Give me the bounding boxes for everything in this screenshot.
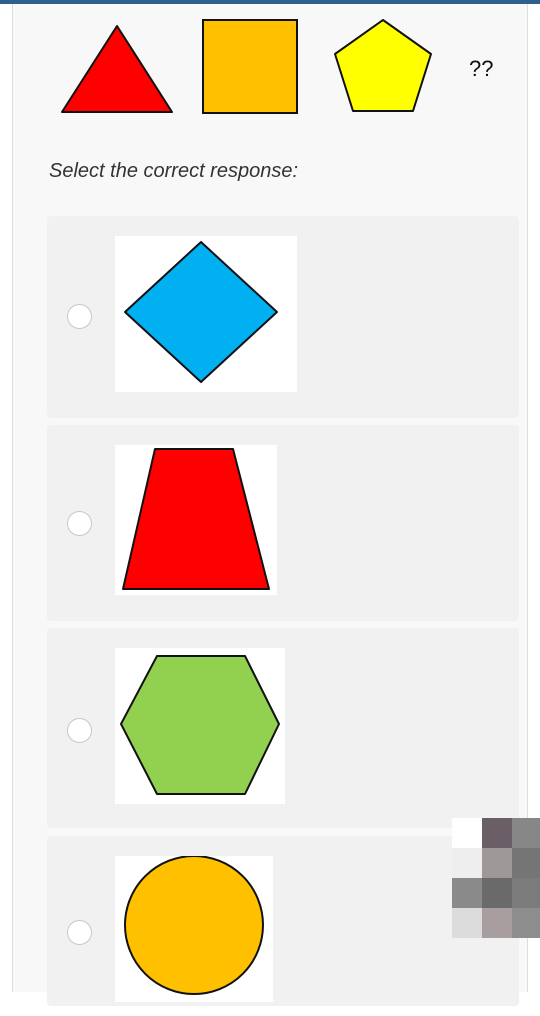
- answer-radio-2[interactable]: [67, 511, 92, 536]
- answer-option-2[interactable]: [47, 425, 519, 621]
- unknown-shape-placeholder: ??: [469, 56, 494, 81]
- pixelated-overlay: [452, 818, 540, 948]
- question-prompt: Select the correct response:: [49, 160, 299, 182]
- answer-image-4: [115, 856, 273, 1002]
- question-page: ?? Select the correct response:: [0, 0, 540, 1016]
- answer-radio-4[interactable]: [67, 920, 92, 945]
- answer-option-1[interactable]: [47, 216, 519, 418]
- answer-image-2: [115, 445, 277, 595]
- orange-square-icon: [201, 18, 301, 116]
- orange-circle-icon: [124, 856, 264, 995]
- green-hexagon-icon: [120, 655, 280, 795]
- red-triangle-icon: [59, 24, 175, 114]
- red-trapezoid-icon: [122, 448, 270, 590]
- answer-radio-3[interactable]: [67, 718, 92, 743]
- answer-image-3: [115, 648, 285, 804]
- question-panel: ?? Select the correct response:: [12, 4, 528, 1006]
- answer-radio-1[interactable]: [67, 304, 92, 329]
- blue-diamond-icon: [124, 241, 278, 383]
- answer-image-1: [115, 236, 297, 392]
- answer-option-3[interactable]: [47, 628, 519, 828]
- answer-option-4[interactable]: [47, 836, 519, 1006]
- shape-sequence: ??: [53, 16, 523, 120]
- yellow-pentagon-icon: [333, 18, 433, 114]
